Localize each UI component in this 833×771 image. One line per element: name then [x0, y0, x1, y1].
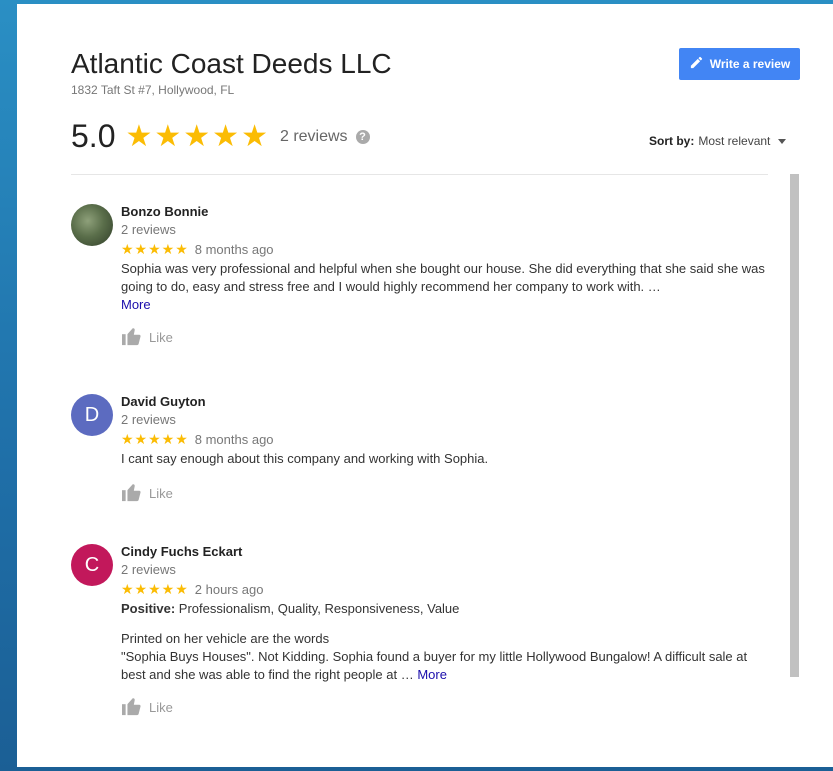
review-stars: ★★★★★: [121, 581, 189, 597]
review-text-content: Sophia was very professional and helpful…: [121, 261, 765, 294]
reviewer-review-count: 2 reviews: [121, 222, 176, 237]
rating-stars: ★★★★★: [125, 120, 270, 153]
like-label: Like: [149, 700, 173, 715]
like-button[interactable]: Like: [121, 696, 771, 719]
reviewer-name[interactable]: Cindy Fuchs Eckart: [121, 544, 771, 559]
like-button[interactable]: Like: [121, 326, 771, 349]
thumbs-up-icon: [121, 696, 143, 719]
positive-value: Professionalism, Quality, Responsiveness…: [175, 601, 460, 616]
average-rating: 5.0: [71, 118, 116, 154]
avatar[interactable]: C: [71, 544, 113, 586]
review-time: 2 hours ago: [194, 582, 264, 597]
write-review-button[interactable]: Write a review: [679, 48, 800, 80]
reviewer-review-count: 2 reviews: [121, 562, 176, 577]
review-text: I cant say enough about this company and…: [121, 451, 489, 466]
like-label: Like: [149, 330, 173, 345]
positive-label: Positive:: [121, 601, 176, 616]
review-text-line1: Printed on her vehicle are the words: [121, 631, 330, 646]
review-time: 8 months ago: [194, 242, 274, 257]
more-link[interactable]: More: [417, 667, 447, 682]
review-text: Sophia was very professional and helpful…: [121, 260, 771, 314]
write-review-label: Write a review: [709, 57, 791, 71]
thumbs-up-icon: [121, 326, 143, 349]
rating-summary: 5.0 ★★★★★ 2 reviews ?: [71, 118, 370, 155]
pencil-icon: [689, 55, 704, 73]
avatar[interactable]: D: [71, 394, 113, 436]
like-label: Like: [149, 486, 173, 501]
sort-label: Sort by:: [649, 134, 695, 148]
scrollbar[interactable]: [790, 174, 799, 677]
reviewer-review-count: 2 reviews: [121, 412, 176, 427]
divider: [71, 174, 768, 175]
chevron-down-icon: [778, 138, 787, 144]
business-name: Atlantic Coast Deeds LLC: [71, 48, 392, 79]
business-address: 1832 Taft St #7, Hollywood, FL: [71, 83, 235, 97]
reviewer-name[interactable]: Bonzo Bonnie: [121, 204, 771, 219]
review-attributes: Positive: Professionalism, Quality, Resp…: [121, 600, 771, 618]
review-stars: ★★★★★: [121, 241, 189, 257]
total-review-count[interactable]: 2 reviews: [280, 128, 348, 146]
more-link[interactable]: More: [121, 297, 151, 312]
reviews-panel: Atlantic Coast Deeds LLC 1832 Taft St #7…: [17, 4, 833, 767]
review-time: 8 months ago: [194, 432, 274, 447]
avatar[interactable]: [71, 204, 113, 246]
like-button[interactable]: Like: [121, 482, 771, 505]
thumbs-up-icon: [121, 482, 143, 505]
sort-dropdown[interactable]: Sort by: Most relevant: [649, 134, 787, 148]
sort-value: Most relevant: [698, 134, 771, 148]
review-stars: ★★★★★: [121, 431, 189, 447]
review-text: Printed on her vehicle are the words "So…: [121, 630, 771, 684]
reviewer-name[interactable]: David Guyton: [121, 394, 771, 409]
help-icon[interactable]: ?: [355, 129, 370, 144]
